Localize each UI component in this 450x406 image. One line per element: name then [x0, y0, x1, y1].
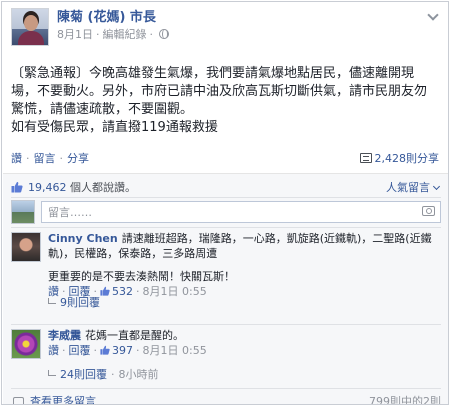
- post-author-name[interactable]: 陳菊 (花媽) 市長: [57, 9, 169, 26]
- post-actions: 讚 · 留言 · 分享 2,428則分享: [11, 150, 440, 166]
- replies-count: 9則回覆: [60, 296, 100, 309]
- post-meta: 8月1日 · 編輯紀錄 ·: [57, 27, 169, 42]
- thumbs-up-icon: [100, 345, 110, 355]
- comment-body: Cinny Chen 請速離班超路，瑞隆路，一心路，凱旋路(近鐵軌)，二聖路(近鐵…: [48, 231, 438, 299]
- sort-label: 人氣留言: [386, 181, 430, 194]
- share-button[interactable]: 分享: [67, 152, 89, 165]
- comment-button[interactable]: 留言: [34, 152, 56, 165]
- post-text: 〔緊急通報〕今晚高雄發生氣爆，我們要請氣爆地點居民，儘速離開現場，不要動火。另外…: [11, 66, 428, 135]
- view-more-comments-label: 查看更多留言: [30, 395, 96, 405]
- comment-count: 799則中的2則: [369, 395, 441, 405]
- comment-input[interactable]: [41, 201, 441, 223]
- chevron-down-icon[interactable]: [428, 12, 438, 22]
- divider: [11, 227, 441, 228]
- replies-time: 8小時前: [118, 368, 159, 381]
- post-date[interactable]: 8月1日: [57, 28, 93, 41]
- view-replies-link[interactable]: 24則回覆 · 8小時前: [48, 367, 159, 382]
- comment-text-2: 更重要的是不要去湊熱鬧！快關瓦斯！: [48, 270, 235, 283]
- thumbs-up-icon: [100, 286, 110, 296]
- comment-composer: [11, 199, 441, 225]
- chevron-down-icon: [432, 182, 441, 191]
- comment-author[interactable]: 李威震: [48, 329, 81, 342]
- like-button[interactable]: 讚: [11, 152, 22, 165]
- view-replies-link[interactable]: 9則回覆: [48, 295, 100, 310]
- likes-suffix: 個人都說讚。: [66, 181, 136, 194]
- comment-like-button[interactable]: 讚: [48, 344, 59, 357]
- view-more-comments-link[interactable]: 查看更多留言: [11, 395, 96, 405]
- comment-like-count[interactable]: 532: [112, 285, 133, 298]
- share-count: 2,428則分享: [374, 152, 440, 165]
- camera-icon[interactable]: [422, 206, 435, 216]
- reply-arrow-icon: [48, 370, 56, 376]
- comment-item: Cinny Chen 請速離班超路，瑞隆路，一心路，凱旋路(近鐵軌)，二聖路(近鐵…: [11, 232, 441, 330]
- comment-text: 花媽一直都是醒的。: [85, 329, 184, 342]
- divider: [11, 197, 441, 198]
- post-header: 陳菊 (花媽) 市長 8月1日 · 編輯紀錄 ·: [11, 8, 169, 48]
- globe-icon: [159, 29, 169, 39]
- facebook-post: 陳菊 (花媽) 市長 8月1日 · 編輯紀錄 · 〔緊急通報〕今晚高雄發生氣爆，我們要…: [1, 1, 449, 405]
- share-count-link[interactable]: 2,428則分享: [359, 150, 440, 166]
- comments-section: 19,462 個人都說讚。 人氣留言 Cinny Chen請速離班超路，瑞隆路，…: [3, 173, 448, 405]
- post-header-text: 陳菊 (花媽) 市長 8月1日 · 編輯紀錄 ·: [57, 8, 169, 48]
- share-icon: [359, 153, 372, 163]
- comment-body: 李威震 花媽一直都是醒的。 讚 · 回覆 · 397 · 8月1日 0:55: [48, 328, 438, 358]
- reply-arrow-icon: [48, 298, 56, 304]
- user-avatar: [11, 200, 35, 224]
- divider: [11, 388, 441, 389]
- page-avatar[interactable]: [11, 8, 49, 46]
- comment-date[interactable]: 8月1日 0:55: [143, 344, 207, 357]
- replies-count: 24則回覆: [60, 368, 107, 381]
- commenter-avatar[interactable]: [11, 232, 41, 262]
- thumbs-up-icon: [11, 181, 23, 193]
- edit-history-link[interactable]: 編輯紀錄: [103, 28, 147, 41]
- comment-meta: 讚 · 回覆 · 397 · 8月1日 0:55: [48, 344, 207, 357]
- comment-sort-button[interactable]: 人氣留言: [386, 179, 441, 195]
- comment-like-count[interactable]: 397: [112, 344, 133, 357]
- divider: [11, 324, 441, 325]
- likes-summary: 19,462 個人都說讚。 人氣留言: [11, 179, 441, 195]
- likes-count[interactable]: 19,462: [28, 181, 67, 194]
- comment-date[interactable]: 8月1日 0:55: [143, 285, 207, 298]
- comment-author[interactable]: Cinny Chen: [48, 232, 118, 245]
- commenter-avatar[interactable]: [11, 329, 41, 359]
- comment-bubble-icon: [13, 397, 24, 404]
- comment-item: 李威震 花媽一直都是醒的。 讚 · 回覆 · 397 · 8月1日 0:55 24則回覆 · 8小…: [11, 329, 441, 389]
- comment-meta: 讚 · 回覆 · 532 · 8月1日 0:55: [48, 285, 207, 298]
- more-comments-row: 查看更多留言 799則中的2則: [11, 393, 441, 405]
- comment-reply-button[interactable]: 回覆: [69, 344, 91, 357]
